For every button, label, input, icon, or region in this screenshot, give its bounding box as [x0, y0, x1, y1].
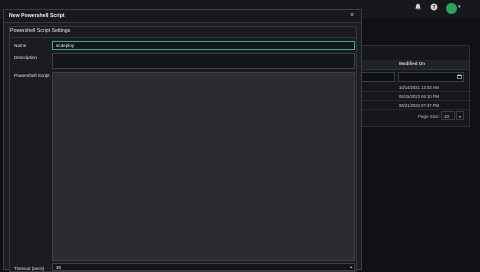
svg-text:?: ? [432, 5, 435, 11]
calendar-icon[interactable] [457, 74, 462, 79]
section-divider [10, 37, 356, 38]
user-avatar[interactable] [446, 3, 457, 14]
powershell-script-label: Powershell Script [14, 73, 50, 78]
chevron-down-icon[interactable]: ▾ [456, 111, 464, 120]
new-powershell-script-dialog: New Powershell Script × Powershell Scrip… [3, 9, 362, 272]
modified-on-cell: 06/21/2023 07:47 PM [399, 102, 440, 108]
description-input[interactable] [52, 53, 355, 69]
powershell-script-editor[interactable] [52, 72, 355, 261]
modified-on-cell: 06/15/2023 06:10 PM [399, 94, 440, 99]
spinner-up-icon[interactable]: ▴ [348, 263, 354, 270]
help-icon[interactable]: ? [429, 3, 439, 13]
column-header-modified-on[interactable]: Modified On [399, 61, 425, 66]
bell-icon[interactable] [413, 3, 423, 13]
modified-on-cell: 10/14/2021 12:03 AM [399, 85, 439, 90]
dialog-title-bar: New Powershell Script × [4, 10, 361, 23]
page-size-select[interactable]: 10 [441, 111, 455, 120]
close-icon[interactable]: × [350, 11, 354, 21]
timeout-label: Timeout (secs) [14, 266, 45, 271]
name-input[interactable] [52, 41, 355, 50]
dialog-title: New Powershell Script [9, 12, 65, 19]
name-label: Name [14, 43, 27, 48]
date-filter[interactable] [398, 72, 464, 82]
column-filter[interactable] [362, 72, 395, 82]
section-title: Powershell Script Settings [10, 28, 71, 34]
description-label: Description [14, 55, 37, 60]
chevron-down-icon[interactable]: ▾ [458, 4, 461, 10]
page-size-label: Page Size: [418, 114, 440, 119]
